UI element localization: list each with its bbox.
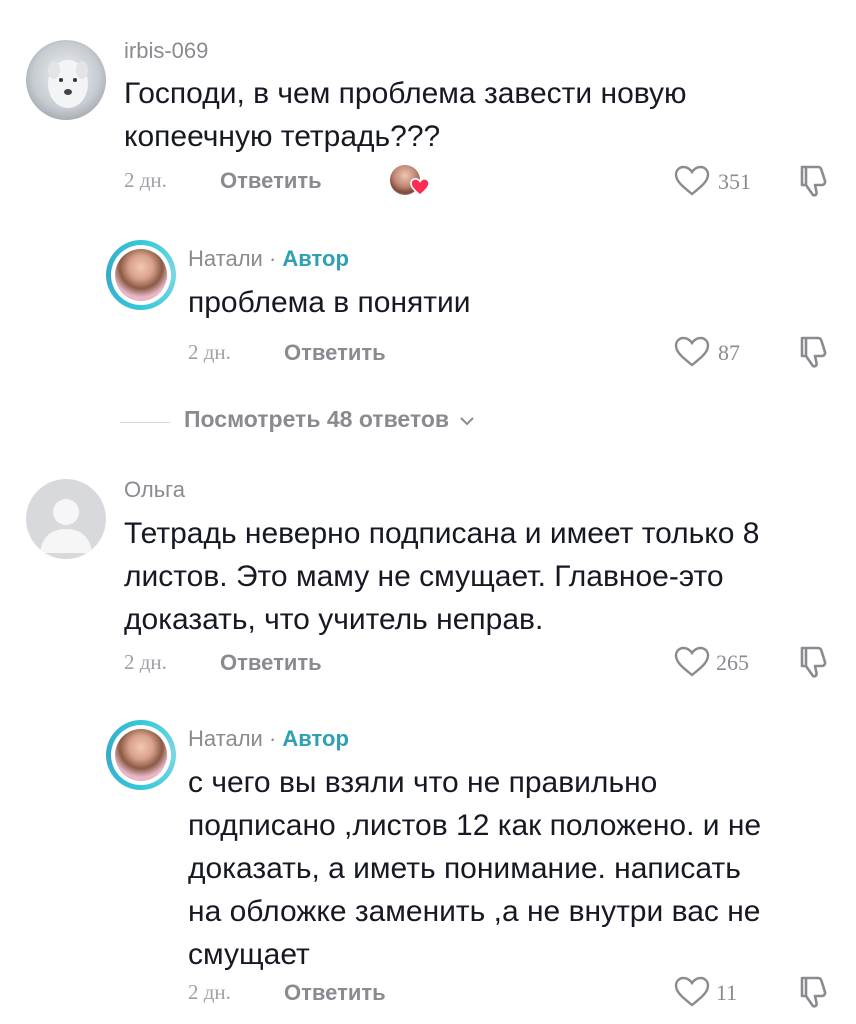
like-count: 265 xyxy=(716,650,749,675)
avatar-natali[interactable] xyxy=(106,240,176,310)
comment-text-line: доказать, а иметь понимание. написать xyxy=(188,852,741,885)
comment-text-line: листов. Это маму не смущает. Главное-это xyxy=(124,560,724,593)
avatar-irbis[interactable] xyxy=(26,40,106,120)
like-heart-icon[interactable] xyxy=(674,976,710,1008)
thumbs-down-icon[interactable] xyxy=(794,334,830,370)
comment-text-line: Тетрадь неверно подписана и имеет только… xyxy=(124,517,760,550)
author-separator: · xyxy=(268,726,277,751)
comment-date: 2 дн. xyxy=(188,980,231,1004)
like-heart-icon[interactable] xyxy=(674,336,710,368)
comment-text-line: копеечную тетрадь??? xyxy=(124,120,441,153)
comment-text-line: проблема в понятии xyxy=(188,286,471,319)
avatar-olga[interactable] xyxy=(26,479,106,559)
like-count: 351 xyxy=(718,169,751,194)
comment-text-line: доказать, что учитель неправ. xyxy=(124,603,544,636)
thumbs-down-icon[interactable] xyxy=(794,644,830,680)
author-separator: · xyxy=(268,246,277,271)
comment-username[interactable]: irbis-069 xyxy=(124,38,208,64)
thumbs-down-icon[interactable] xyxy=(794,163,830,199)
comment-text-line: на обложке заменить ,а не внутри вас не xyxy=(188,895,761,928)
comment-text: Господи, в чем проблема завести новую ко… xyxy=(124,72,687,158)
comment-text-line: подписано ,листов 12 как положено. и не xyxy=(188,809,762,842)
like-heart-icon[interactable] xyxy=(674,165,710,197)
comment-text-line: с чего вы взяли что не правильно xyxy=(188,766,658,799)
comment-date: 2 дн. xyxy=(124,168,167,192)
default-avatar-icon xyxy=(40,499,92,553)
reply-button[interactable]: Ответить xyxy=(284,980,386,1006)
like-heart-icon[interactable] xyxy=(674,646,710,678)
view-replies-label[interactable]: Посмотреть 48 ответов xyxy=(184,406,449,432)
username-label[interactable]: Натали xyxy=(188,726,263,751)
thumbs-down-icon[interactable] xyxy=(794,974,830,1010)
comment-username[interactable]: Натали · Автор xyxy=(188,246,349,272)
like-count: 87 xyxy=(718,340,740,365)
like-count: 11 xyxy=(716,980,738,1005)
comment-text-line: смущает xyxy=(188,938,310,971)
comment-date: 2 дн. xyxy=(188,340,231,364)
comment-username[interactable]: Ольга xyxy=(124,477,185,503)
comment-text-line: Господи, в чем проблема завести новую xyxy=(124,77,687,110)
comment-text: проблема в понятии xyxy=(188,281,471,324)
view-replies-button[interactable]: Посмотреть 48 ответов xyxy=(184,406,475,433)
comment-date: 2 дн. xyxy=(124,650,167,674)
dog-avatar-icon xyxy=(48,60,88,108)
comment-username[interactable]: Натали · Автор xyxy=(188,726,349,752)
divider-line xyxy=(120,422,170,423)
reply-button[interactable]: Ответить xyxy=(220,168,322,194)
creator-liked-heart-icon xyxy=(410,178,430,196)
avatar-natali[interactable] xyxy=(106,720,176,790)
author-badge: Автор xyxy=(282,246,349,271)
chevron-down-icon xyxy=(460,417,475,426)
author-badge: Автор xyxy=(282,726,349,751)
comment-text: Тетрадь неверно подписана и имеет только… xyxy=(124,512,759,641)
reply-button[interactable]: Ответить xyxy=(220,650,322,676)
username-label[interactable]: Натали xyxy=(188,246,263,271)
reply-button[interactable]: Ответить xyxy=(284,340,386,366)
comment-text: с чего вы взяли что не правильно подписа… xyxy=(188,761,761,976)
